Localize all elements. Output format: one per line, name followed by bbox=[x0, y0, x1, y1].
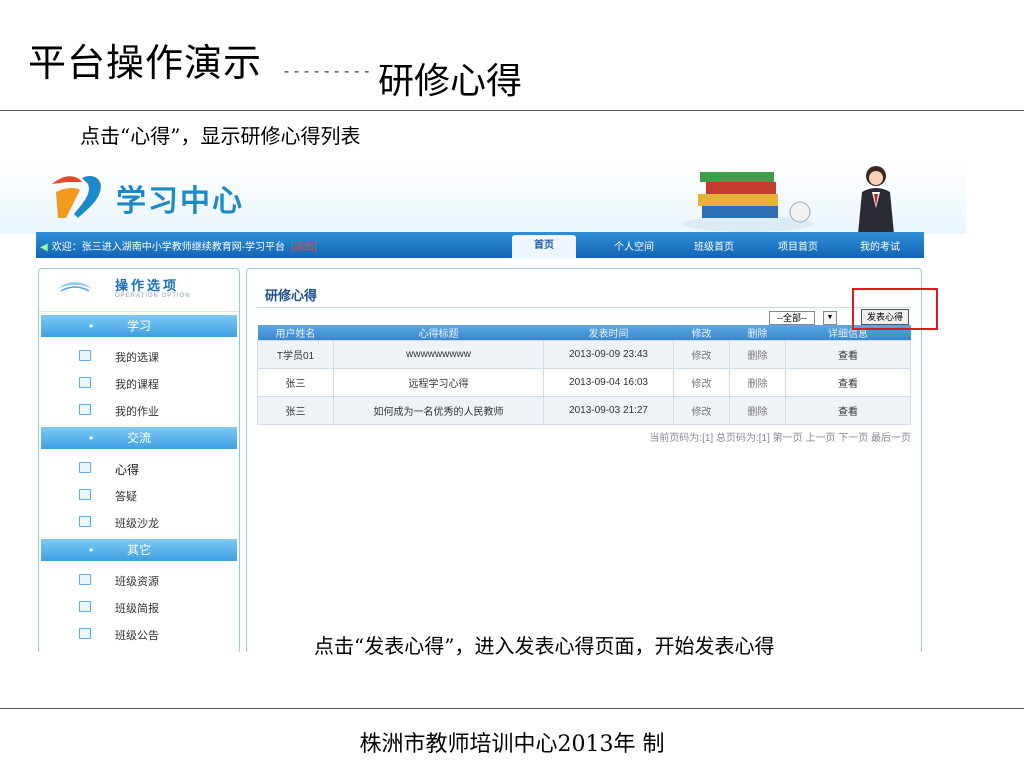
column-header: 发表时间 bbox=[543, 325, 674, 341]
cell-title: 如何成为一名优秀的人民教师 bbox=[333, 396, 544, 425]
tab-home[interactable]: 首页 bbox=[512, 235, 576, 258]
delete-link[interactable]: 删除 bbox=[729, 368, 786, 397]
cell-user: 张三 bbox=[257, 396, 334, 425]
delete-link[interactable]: 删除 bbox=[729, 340, 786, 369]
view-link[interactable]: 查看 bbox=[785, 396, 911, 425]
welcome-message: ◀ 欢迎：张三进入湖南中小学教师继续教育网-学习平台 [退出] bbox=[40, 238, 317, 253]
slide-footer: 株洲市教师培训中心2013年 制 bbox=[359, 732, 665, 757]
logout-link[interactable]: [退出] bbox=[291, 242, 317, 253]
delete-link[interactable]: 删除 bbox=[729, 396, 786, 425]
cell-time: 2013-09-04 16:03 bbox=[543, 368, 674, 397]
cell-user: 张三 bbox=[257, 368, 334, 397]
edit-link[interactable]: 修改 bbox=[673, 396, 730, 425]
tab-class-home[interactable]: 班级首页 bbox=[694, 238, 734, 253]
sidebar-header: 操作选项 OPERATION OPTION bbox=[39, 269, 239, 312]
column-header: 用户姓名 bbox=[257, 325, 334, 341]
table-row: T学员01 wwwwwwwww 2013-09-09 23:43 修改 删除 查… bbox=[257, 340, 911, 369]
speaker-icon: ◀ bbox=[40, 242, 48, 253]
site-banner: 学习中心 bbox=[0, 162, 966, 234]
slide-title: 平台操作演示 bbox=[28, 41, 263, 85]
folder-icon bbox=[79, 350, 91, 361]
bullet-icon: • bbox=[89, 319, 94, 333]
column-header: 修改 bbox=[673, 325, 730, 341]
sidebar-header-subtitle: OPERATION OPTION bbox=[115, 293, 191, 299]
platform-screenshot: 学习中心 ◀ 欢迎：张三进入湖南中小学教师继续教育网-学习平台 [退出] 首页 个人… bbox=[0, 162, 966, 652]
column-header: 心得标题 bbox=[333, 325, 544, 341]
operation-sidebar: 操作选项 OPERATION OPTION • 学习 我的选课 我的课程 我的作业… bbox=[38, 268, 240, 652]
tab-personal-space[interactable]: 个人空间 bbox=[614, 238, 654, 253]
sidebar-section-communication[interactable]: • 交流 bbox=[41, 427, 237, 449]
reflections-panel: 研修心得 --全部-- ▼ 发表心得 用户姓名 心得标题 发表时间 修改 删除 … bbox=[246, 268, 922, 652]
reflections-table: 用户姓名 心得标题 发表时间 修改 删除 详细信息 T学员01 wwwwwwww… bbox=[257, 325, 911, 425]
student-illustration-icon bbox=[858, 166, 894, 234]
title-separator: --------- bbox=[282, 62, 373, 80]
folder-icon bbox=[79, 574, 91, 585]
view-link[interactable]: 查看 bbox=[785, 368, 911, 397]
edit-link[interactable]: 修改 bbox=[673, 368, 730, 397]
category-filter-select[interactable]: --全部-- bbox=[769, 311, 815, 325]
folder-icon bbox=[79, 489, 91, 500]
header-rule bbox=[0, 110, 1024, 111]
highlight-box bbox=[852, 288, 938, 330]
welcome-text: 欢迎：张三进入湖南中小学教师继续教育网-学习平台 bbox=[51, 242, 286, 253]
pagination[interactable]: 当前页码为:[1] 总页码为:[1] 第一页 上一页 下一页 最后一页 bbox=[649, 429, 911, 444]
folder-icon bbox=[79, 516, 91, 527]
site-logo-text: 学习中心 bbox=[116, 185, 244, 218]
sidebar-header-title: 操作选项 bbox=[115, 278, 180, 293]
bullet-icon: • bbox=[89, 431, 94, 445]
tab-project-home[interactable]: 项目首页 bbox=[778, 238, 818, 253]
site-logo-icon bbox=[52, 175, 101, 218]
edit-link[interactable]: 修改 bbox=[673, 340, 730, 369]
view-link[interactable]: 查看 bbox=[785, 340, 911, 369]
swoosh-icon bbox=[57, 282, 93, 292]
caption-top: 点击“心得”，显示研修心得列表 bbox=[80, 124, 361, 148]
folder-icon bbox=[79, 404, 91, 415]
cell-title: 远程学习心得 bbox=[333, 368, 544, 397]
folder-icon bbox=[79, 377, 91, 388]
sidebar-section-other[interactable]: • 其它 bbox=[41, 539, 237, 561]
bullet-icon: • bbox=[89, 543, 94, 557]
folder-icon bbox=[79, 601, 91, 612]
caption-bottom: 点击“发表心得”，进入发表心得页面，开始发表心得 bbox=[312, 630, 777, 659]
folder-icon bbox=[79, 628, 91, 639]
column-header: 删除 bbox=[729, 325, 786, 341]
cell-user: T学员01 bbox=[257, 340, 334, 369]
slide-subtitle: 研修心得 bbox=[378, 61, 523, 102]
table-row: 张三 如何成为一名优秀的人民教师 2013-09-03 21:27 修改 删除 … bbox=[257, 396, 911, 425]
folder-icon bbox=[79, 462, 91, 473]
panel-title-divider bbox=[257, 307, 911, 308]
chevron-down-icon[interactable]: ▼ bbox=[823, 311, 837, 325]
cell-time: 2013-09-09 23:43 bbox=[543, 340, 674, 369]
panel-title: 研修心得 bbox=[265, 288, 318, 303]
sidebar-section-study[interactable]: • 学习 bbox=[41, 315, 237, 337]
cell-title: wwwwwwwww bbox=[333, 340, 544, 369]
tab-my-exam[interactable]: 我的考试 bbox=[860, 238, 900, 253]
cell-time: 2013-09-03 21:27 bbox=[543, 396, 674, 425]
footer-rule bbox=[0, 708, 1024, 709]
books-illustration-icon bbox=[682, 172, 814, 232]
table-row: 张三 远程学习心得 2013-09-04 16:03 修改 删除 查看 bbox=[257, 368, 911, 397]
